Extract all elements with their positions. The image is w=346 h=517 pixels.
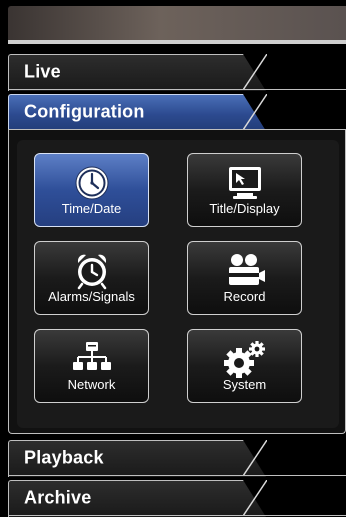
title-display-button[interactable]: Title/Display [187,153,302,227]
alarms-signals-button[interactable]: Alarms/Signals [34,241,149,315]
tab-playback[interactable]: Playback [8,440,346,477]
alarm-clock-icon [77,254,106,290]
record-button[interactable]: Record [187,241,302,315]
tab-playback-underline [8,475,346,476]
time-date-label: Time/Date [61,201,122,216]
tab-playback-label: Playback [24,447,104,468]
tab-archive-label: Archive [24,487,92,508]
alarms-signals-label: Alarms/Signals [48,289,135,304]
tab-playback-edge [243,440,267,476]
system-button[interactable]: System [187,329,302,403]
system-label: System [222,377,267,392]
tab-configuration[interactable]: Configuration [8,94,346,131]
tab-archive-underline [8,515,346,516]
tab-live-label: Live [24,61,61,82]
tab-configuration-label: Configuration [24,101,145,122]
network-icon [72,342,111,370]
record-label: Record [223,289,266,304]
tab-live-edge [243,54,267,90]
tab-archive[interactable]: Archive [8,480,346,517]
video-camera-icon [228,254,265,285]
gears-icon [223,341,265,378]
network-button[interactable]: Network [34,329,149,403]
tab-live[interactable]: Live [8,54,346,91]
network-label: Network [67,377,116,392]
monitor-icon [228,167,261,199]
tab-archive-edge [243,480,267,516]
title-display-label: Title/Display [209,201,280,216]
time-date-button[interactable]: Time/Date [34,153,149,227]
header-bar [8,6,346,44]
clock-icon [75,166,108,200]
tab-configuration-edge [243,94,267,130]
tab-live-underline [8,89,346,90]
